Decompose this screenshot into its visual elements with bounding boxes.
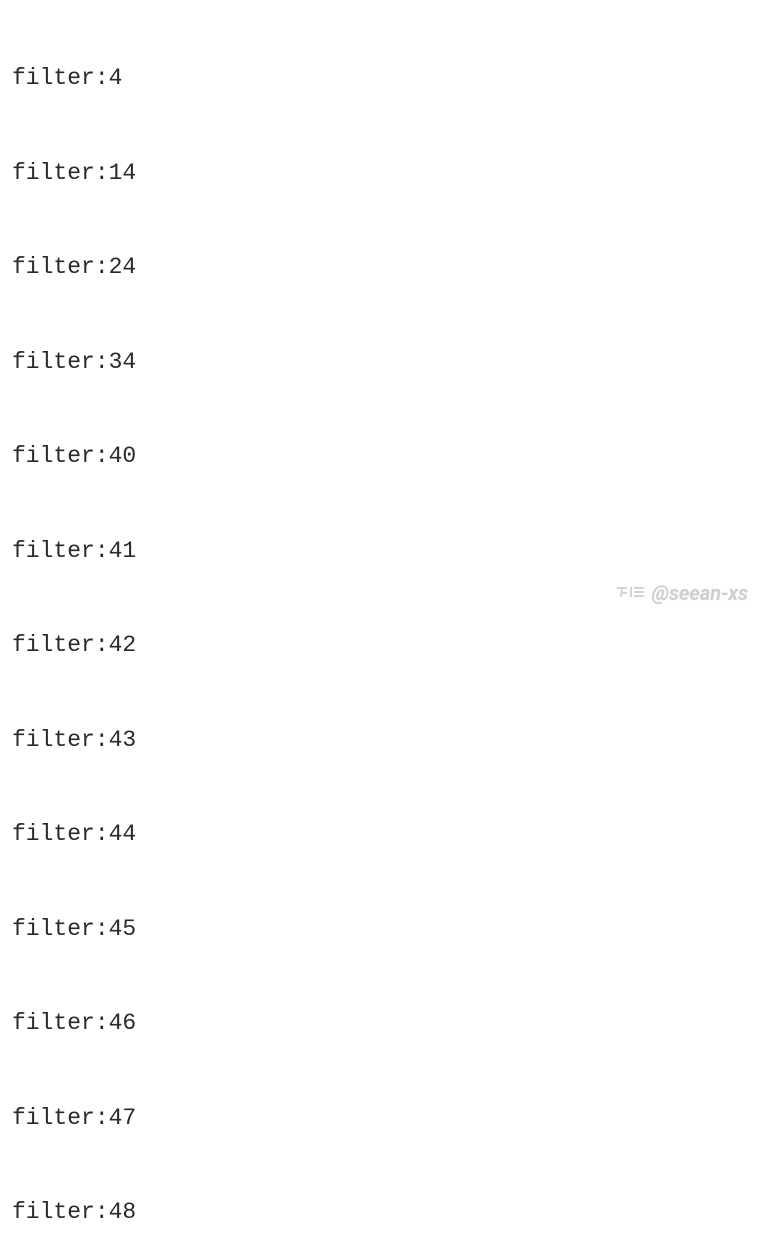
output-line: filter:47 bbox=[12, 1103, 754, 1135]
output-line: filter:44 bbox=[12, 819, 754, 851]
output-line: filter:43 bbox=[12, 725, 754, 757]
output-line: filter:14 bbox=[12, 158, 754, 190]
output-line: filter:48 bbox=[12, 1197, 754, 1229]
output-line: filter:42 bbox=[12, 630, 754, 662]
output-line: filter:45 bbox=[12, 914, 754, 946]
output-line: filter:24 bbox=[12, 252, 754, 284]
output-line: filter:40 bbox=[12, 441, 754, 473]
output-line: filter:46 bbox=[12, 1008, 754, 1040]
output-line: filter:41 bbox=[12, 536, 754, 568]
output-line: filter:34 bbox=[12, 347, 754, 379]
output-line: filter:4 bbox=[12, 63, 754, 95]
console-output: filter:4 filter:14 filter:24 filter:34 f… bbox=[12, 0, 754, 1254]
